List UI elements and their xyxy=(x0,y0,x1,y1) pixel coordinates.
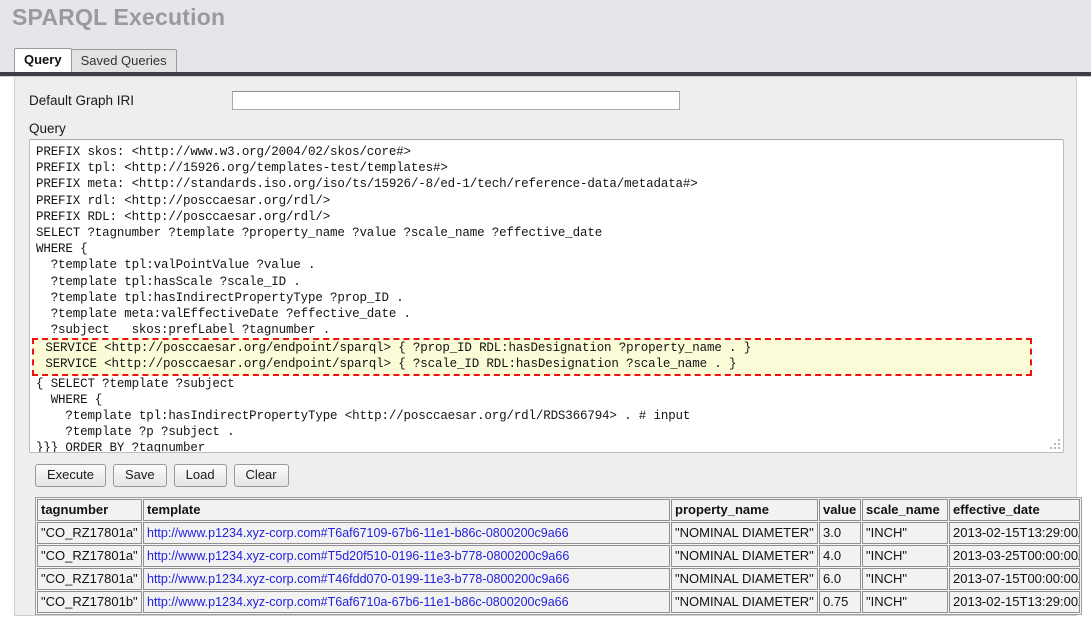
cell-property_name: "NOMINAL DIAMETER" xyxy=(671,545,818,567)
template-link[interactable]: http://www.p1234.xyz-corp.com#T6af67109-… xyxy=(147,526,569,540)
query-line: SERVICE <http://posccaesar.org/endpoint/… xyxy=(38,356,1028,372)
cell-effective_date: 2013-02-15T13:29:00Z xyxy=(949,522,1080,544)
cell-template: http://www.p1234.xyz-corp.com#T6af6710a-… xyxy=(143,591,670,613)
cell-template: http://www.p1234.xyz-corp.com#T46fdd070-… xyxy=(143,568,670,590)
cell-value: 6.0 xyxy=(819,568,861,590)
table-row: "CO_RZ17801b" http://www.p1234.xyz-corp.c… xyxy=(37,591,1080,613)
tab-query[interactable]: Query xyxy=(14,48,72,72)
clear-button[interactable]: Clear xyxy=(234,464,289,487)
column-header-template: template xyxy=(143,499,670,521)
table-row: "CO_RZ17801a" http://www.p1234.xyz-corp.c… xyxy=(37,568,1080,590)
cell-template: http://www.p1234.xyz-corp.com#T5d20f510-… xyxy=(143,545,670,567)
action-button-row: Execute Save Load Clear xyxy=(35,464,1062,487)
cell-effective_date: 2013-07-15T00:00:00Z xyxy=(949,568,1080,590)
highlighted-service-block: SERVICE <http://posccaesar.org/endpoint/… xyxy=(32,338,1032,375)
query-line: PREFIX meta: <http://standards.iso.org/i… xyxy=(36,176,1063,192)
cell-scale_name: "INCH" xyxy=(862,591,948,613)
default-graph-iri-label: Default Graph IRI xyxy=(29,93,232,108)
template-link[interactable]: http://www.p1234.xyz-corp.com#T46fdd070-… xyxy=(147,572,569,586)
resize-handle-icon[interactable] xyxy=(1049,438,1061,450)
cell-scale_name: "INCH" xyxy=(862,568,948,590)
cell-property_name: "NOMINAL DIAMETER" xyxy=(671,591,818,613)
query-text[interactable]: PREFIX skos: <http://www.w3.org/2004/02/… xyxy=(30,140,1063,453)
cell-scale_name: "INCH" xyxy=(862,545,948,567)
table-row: "CO_RZ17801a" http://www.p1234.xyz-corp.c… xyxy=(37,545,1080,567)
results-header-row: tagnumbertemplateproperty_namevaluescale… xyxy=(37,499,1080,521)
query-label: Query xyxy=(29,121,1062,136)
template-link[interactable]: http://www.p1234.xyz-corp.com#T6af6710a-… xyxy=(147,595,569,609)
default-graph-iri-input[interactable] xyxy=(232,91,680,110)
query-line: ?template tpl:valPointValue ?value . xyxy=(36,257,1063,273)
column-header-tagnumber: tagnumber xyxy=(37,499,142,521)
query-line: PREFIX skos: <http://www.w3.org/2004/02/… xyxy=(36,144,1063,160)
tab-strip: QuerySaved Queries xyxy=(14,48,176,72)
cell-tagnumber: "CO_RZ17801a" xyxy=(37,568,142,590)
query-line: PREFIX rdl: <http://posccaesar.org/rdl/> xyxy=(36,193,1063,209)
query-line: }}} ORDER BY ?tagnumber xyxy=(36,440,1063,453)
cell-effective_date: 2013-03-25T00:00:00Z xyxy=(949,545,1080,567)
tab-saved-queries[interactable]: Saved Queries xyxy=(71,49,177,72)
query-line: ?template meta:valEffectiveDate ?effecti… xyxy=(36,306,1063,322)
query-line: ?subject skos:prefLabel ?tagnumber . xyxy=(36,322,1063,338)
query-line: PREFIX tpl: <http://15926.org/templates-… xyxy=(36,160,1063,176)
query-line: PREFIX RDL: <http://posccaesar.org/rdl/> xyxy=(36,209,1063,225)
cell-template: http://www.p1234.xyz-corp.com#T6af67109-… xyxy=(143,522,670,544)
query-textarea[interactable]: PREFIX skos: <http://www.w3.org/2004/02/… xyxy=(29,139,1064,453)
load-button[interactable]: Load xyxy=(174,464,227,487)
cell-scale_name: "INCH" xyxy=(862,522,948,544)
default-graph-iri-row: Default Graph IRI xyxy=(29,89,1062,111)
query-line: ?template ?p ?subject . xyxy=(36,424,1063,440)
column-header-effective_date: effective_date xyxy=(949,499,1080,521)
query-line: ?template tpl:hasIndirectPropertyType <h… xyxy=(36,408,1063,424)
query-line: SERVICE <http://posccaesar.org/endpoint/… xyxy=(38,340,1028,356)
query-line: ?template tpl:hasScale ?scale_ID . xyxy=(36,274,1063,290)
query-form-container: Default Graph IRI Query PREFIX skos: <ht… xyxy=(14,77,1077,616)
cell-value: 4.0 xyxy=(819,545,861,567)
page-title: SPARQL Execution xyxy=(12,4,225,31)
cell-tagnumber: "CO_RZ17801a" xyxy=(37,522,142,544)
column-header-scale_name: scale_name xyxy=(862,499,948,521)
cell-tagnumber: "CO_RZ17801a" xyxy=(37,545,142,567)
query-line: SELECT ?tagnumber ?template ?property_na… xyxy=(36,225,1063,241)
query-line: { SELECT ?template ?subject xyxy=(36,376,1063,392)
cell-property_name: "NOMINAL DIAMETER" xyxy=(671,568,818,590)
query-line: WHERE { xyxy=(36,241,1063,257)
results-table-container: tagnumbertemplateproperty_namevaluescale… xyxy=(35,497,1057,615)
cell-effective_date: 2013-02-15T13:29:00Z xyxy=(949,591,1080,613)
table-row: "CO_RZ17801a" http://www.p1234.xyz-corp.c… xyxy=(37,522,1080,544)
query-line: ?template tpl:hasIndirectPropertyType ?p… xyxy=(36,290,1063,306)
template-link[interactable]: http://www.p1234.xyz-corp.com#T5d20f510-… xyxy=(147,549,569,563)
cell-tagnumber: "CO_RZ17801b" xyxy=(37,591,142,613)
column-header-value: value xyxy=(819,499,861,521)
query-line: WHERE { xyxy=(36,392,1063,408)
results-table: tagnumbertemplateproperty_namevaluescale… xyxy=(35,497,1082,615)
page-header: SPARQL Execution QuerySaved Queries xyxy=(0,0,1091,72)
cell-property_name: "NOMINAL DIAMETER" xyxy=(671,522,818,544)
results-body: "CO_RZ17801a" http://www.p1234.xyz-corp.c… xyxy=(37,522,1080,613)
main-panel: Default Graph IRI Query PREFIX skos: <ht… xyxy=(0,77,1091,626)
cell-value: 0.75 xyxy=(819,591,861,613)
save-button[interactable]: Save xyxy=(113,464,167,487)
execute-button[interactable]: Execute xyxy=(35,464,106,487)
cell-value: 3.0 xyxy=(819,522,861,544)
column-header-property_name: property_name xyxy=(671,499,818,521)
